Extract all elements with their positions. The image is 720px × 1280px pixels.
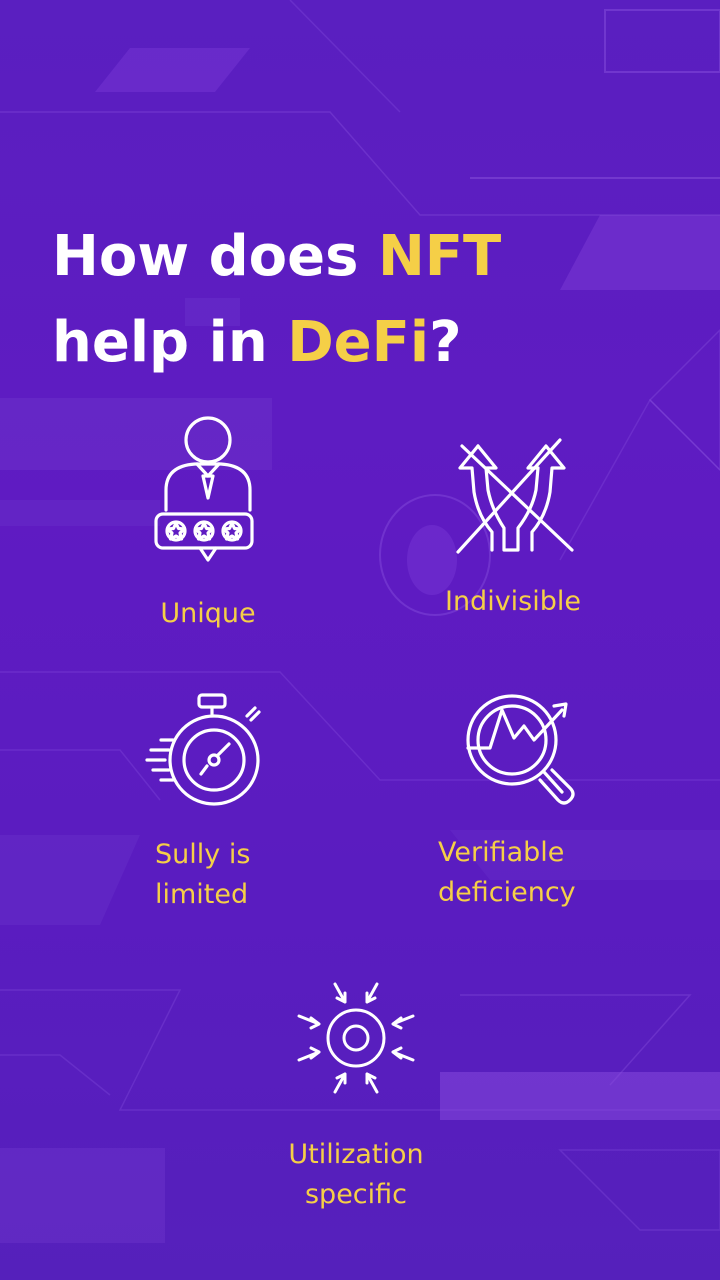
magnifier-chart-icon xyxy=(466,694,575,805)
feature-label: Utilization specific xyxy=(288,1139,424,1210)
target-focus-icon xyxy=(297,982,415,1094)
person-rating-icon xyxy=(154,416,254,562)
title-part2: help in xyxy=(52,310,288,375)
feature-label: Indivisible xyxy=(444,586,581,617)
page-title: How does NFT help in DeFi? xyxy=(52,214,672,386)
feature-label: Verifiable deficiency xyxy=(438,837,576,908)
crossed-arrows-icon xyxy=(456,438,574,554)
title-highlight-nft: NFT xyxy=(377,224,502,289)
feature-sully-limited: Sully is limited xyxy=(108,690,308,915)
feature-verifiable-deficiency: Verifiable deficiency xyxy=(410,690,620,913)
title-highlight-defi: DeFi xyxy=(287,310,430,375)
feature-label: Sully is limited xyxy=(155,839,251,910)
feature-indivisible: Indivisible xyxy=(408,432,618,622)
feature-unique: Unique xyxy=(108,412,308,634)
stopwatch-icon xyxy=(145,693,261,806)
feature-utilization-specific: Utilization specific xyxy=(256,976,456,1215)
feature-label: Unique xyxy=(160,598,256,629)
title-part3: ? xyxy=(429,310,462,375)
title-part1: How does xyxy=(52,224,378,289)
